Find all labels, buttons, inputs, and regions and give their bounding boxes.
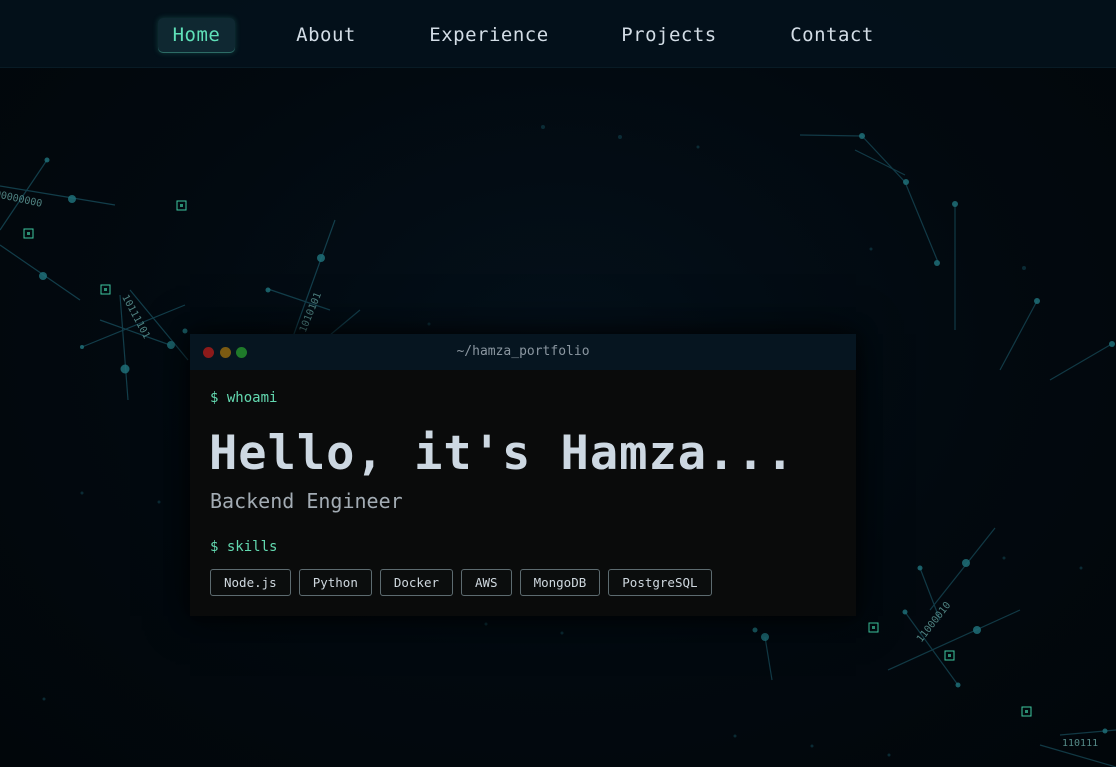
skill-tag-docker: Docker xyxy=(379,569,453,596)
skill-tag-python: Python xyxy=(298,569,372,596)
top-navigation: Home About Experience Projects Contact xyxy=(0,0,1116,68)
nav-item-projects[interactable]: Projects xyxy=(616,18,722,53)
nav-item-about[interactable]: About xyxy=(288,18,364,53)
skills-command: $ skills xyxy=(210,539,278,555)
greeting-heading: Hello, it's Hamza... xyxy=(209,426,795,481)
nav-item-experience[interactable]: Experience xyxy=(425,18,553,53)
skills-list: Node.js Python Docker AWS MongoDB Postgr… xyxy=(210,569,712,597)
terminal-title: ~/hamza_portfolio xyxy=(456,344,590,359)
binary-fragment: 110111 xyxy=(1062,738,1099,749)
whoami-command: $ whoami xyxy=(210,390,278,406)
terminal-window: ~/hamza_portfolio $ whoami Hello, it's H… xyxy=(190,334,856,616)
skill-tag-nodejs: Node.js xyxy=(210,569,291,596)
nav-item-home[interactable]: Home xyxy=(158,18,235,53)
skill-tag-aws: AWS xyxy=(461,569,512,596)
nav-item-contact[interactable]: Contact xyxy=(784,18,880,53)
terminal-title-bar: ~/hamza_portfolio xyxy=(190,334,856,370)
skill-tag-mongodb: MongoDB xyxy=(519,569,601,596)
role-subtitle: Backend Engineer xyxy=(210,489,403,513)
page-root: 00000000 10111101 1010101 11000010 11011… xyxy=(0,0,1116,767)
skill-tag-postgresql: PostgreSQL xyxy=(608,569,712,596)
